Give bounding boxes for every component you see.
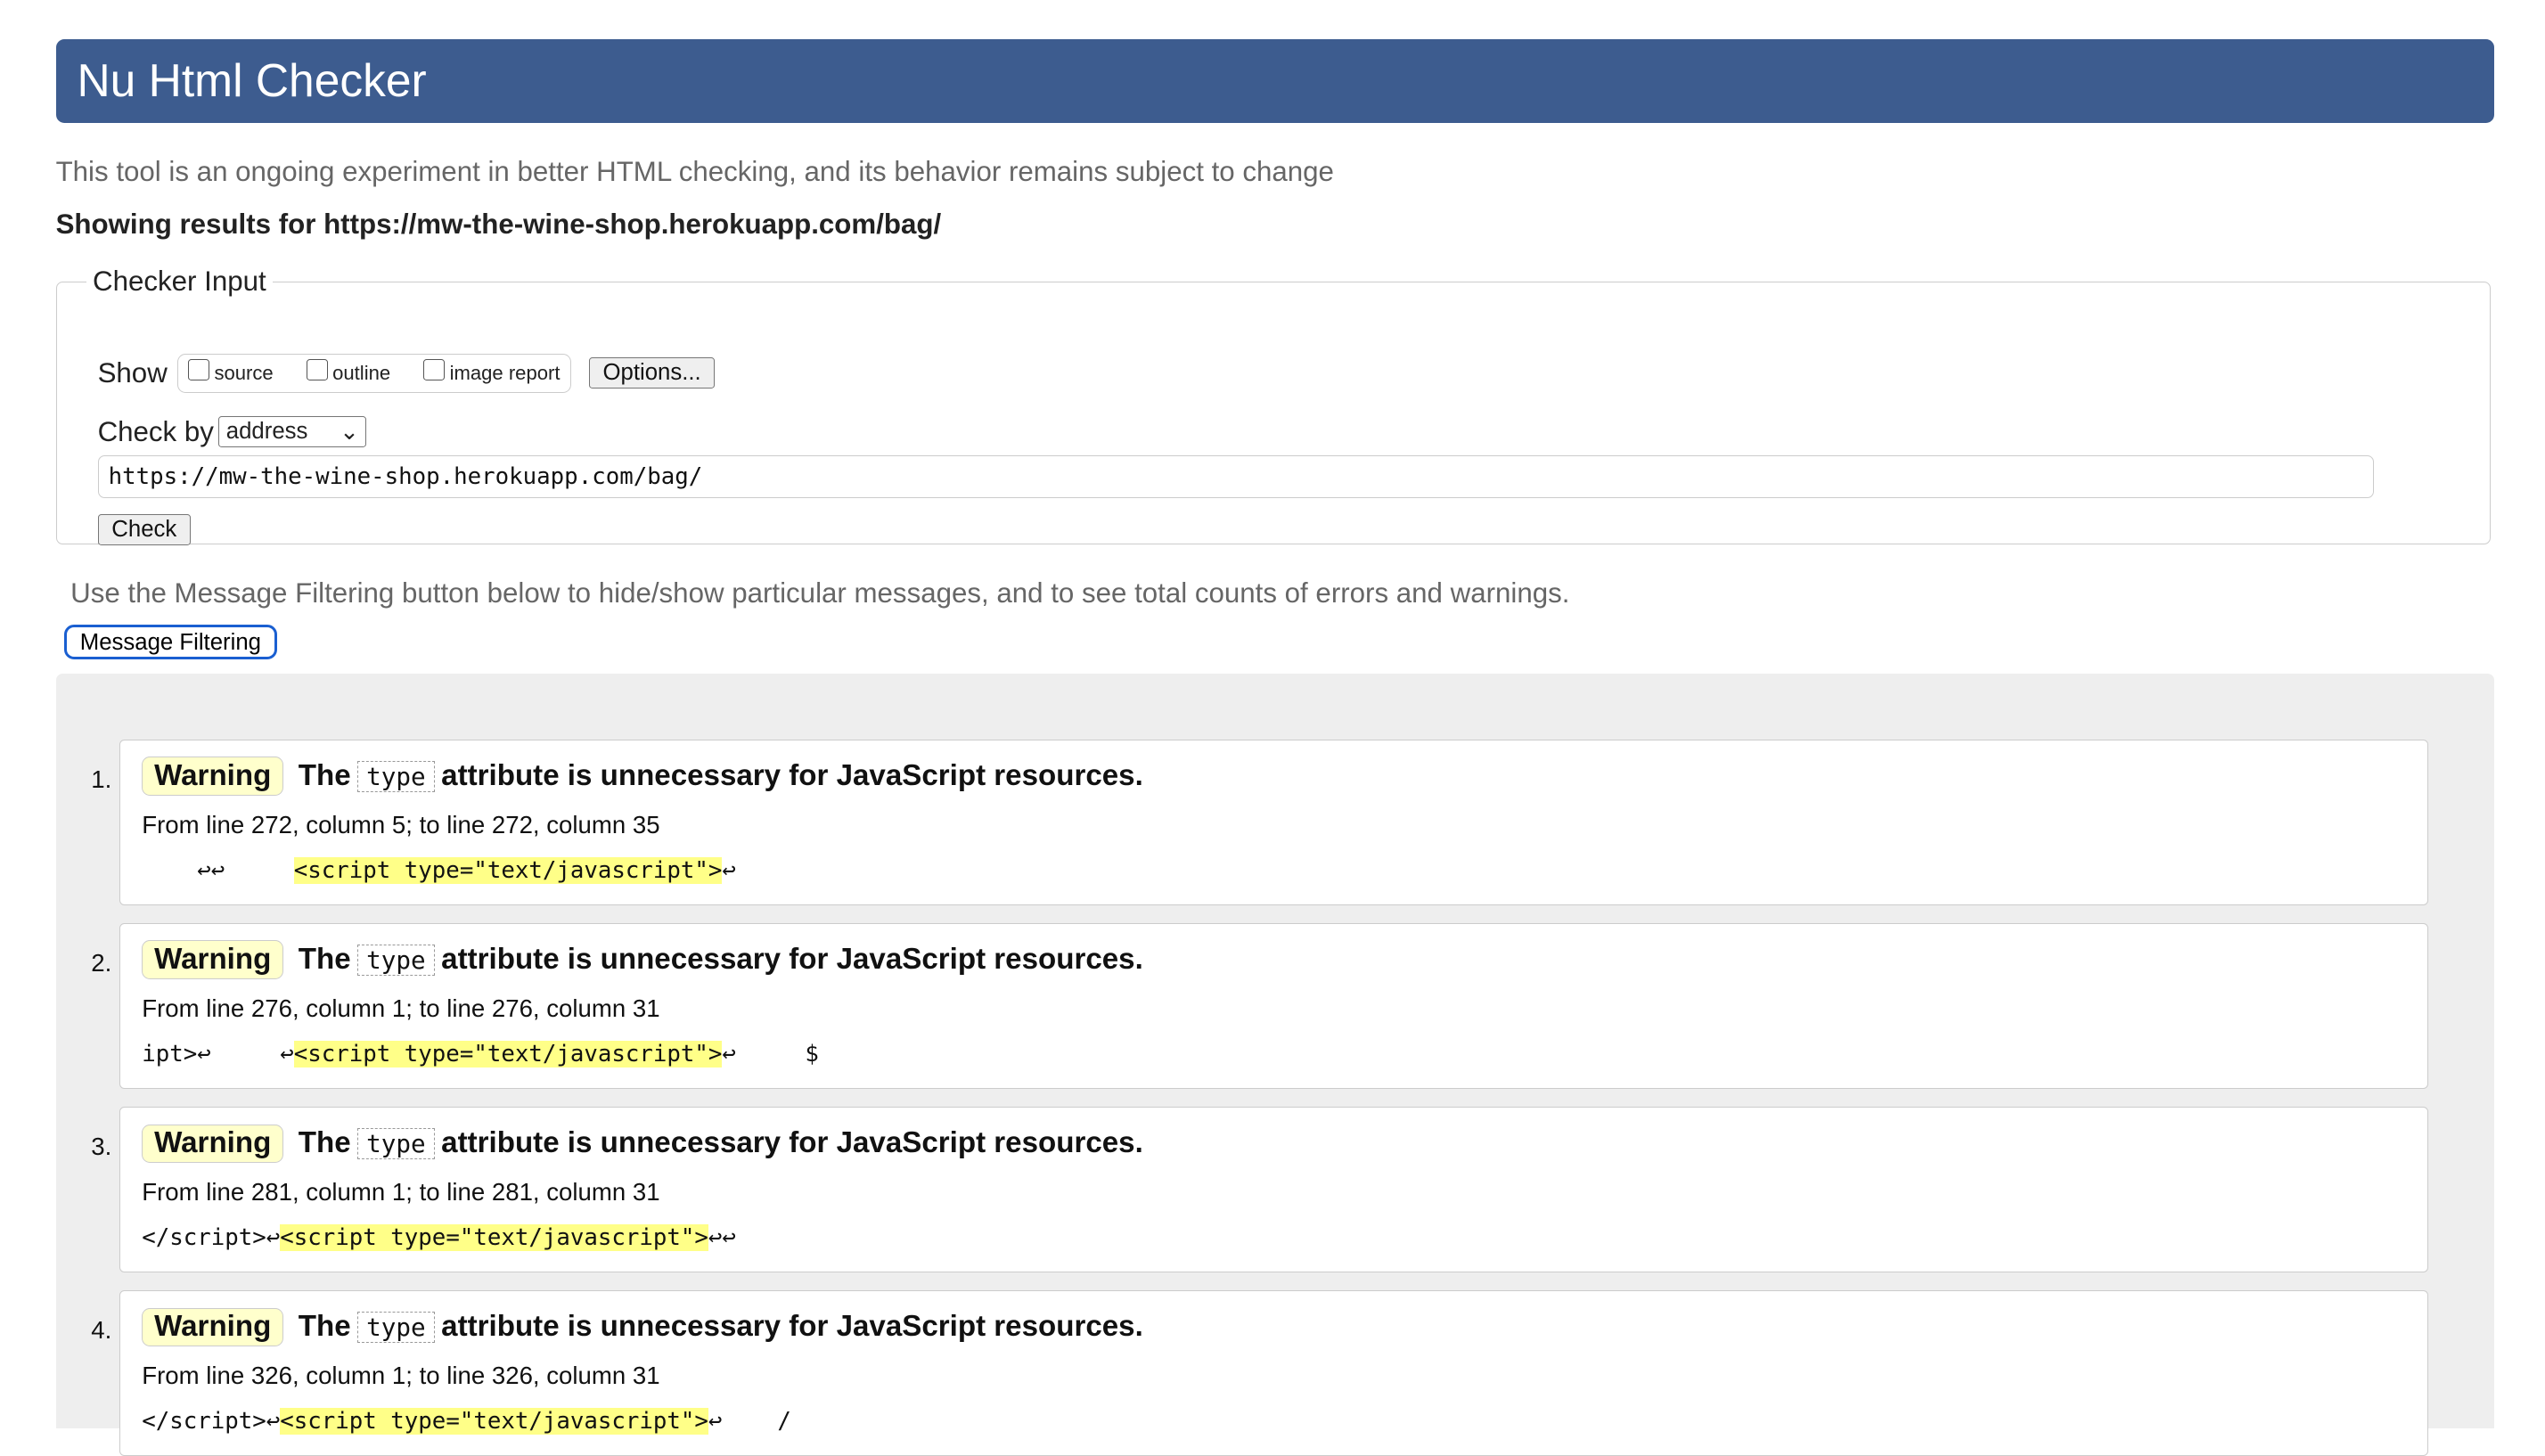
- extract-after: ↩↩: [708, 1223, 736, 1251]
- show-image-report-option[interactable]: image report: [422, 359, 561, 385]
- show-outline-option[interactable]: outline: [306, 359, 391, 385]
- check-by-select[interactable]: address ⌄: [218, 416, 367, 448]
- checker-input-fieldset: Checker Input Show source outline image …: [55, 266, 2492, 545]
- extract-highlight: <script type="text/javascript">: [280, 1407, 708, 1435]
- extract-highlight: <script type="text/javascript">: [293, 856, 723, 884]
- message-number: 3.: [91, 1132, 112, 1160]
- app-title: Nu Html Checker: [77, 54, 427, 107]
- show-row: Show source outline image report Options…: [97, 353, 716, 393]
- extract-before: ipt>↩ ↩: [142, 1040, 294, 1067]
- message-location[interactable]: From line 272, column 5; to line 272, co…: [142, 811, 659, 839]
- extract-after: ↩: [722, 856, 736, 884]
- message-text: Warning The type attribute is unnecessary f…: [142, 757, 1143, 796]
- message-filtering-button[interactable]: Message Filtering: [63, 625, 277, 659]
- message-number: 2.: [91, 948, 112, 977]
- message-text: Warning The type attribute is unnecessary f…: [142, 1307, 1143, 1347]
- warning-badge: Warning: [142, 940, 284, 980]
- message-extract: ↩↩ <script type="text/javascript">↩: [142, 856, 736, 884]
- url-input[interactable]: https://mw-the-wine-shop.herokuapp.com/b…: [97, 454, 2374, 498]
- message-item: 2. Warning The type attribute is unnecessary…: [91, 923, 2429, 1089]
- outline-checkbox[interactable]: [306, 359, 328, 381]
- message-post: attribute is unnecessary for JavaScript …: [441, 1310, 1143, 1344]
- warning-badge: Warning: [142, 1307, 284, 1347]
- check-by-label: Check by: [97, 415, 214, 447]
- message-pre: The: [298, 759, 351, 793]
- extract-highlight: <script type="text/javascript">: [280, 1223, 708, 1251]
- check-by-value: address: [225, 419, 308, 445]
- message-code: type: [356, 760, 435, 792]
- show-label: Show: [97, 356, 168, 389]
- message-number: 1.: [91, 765, 112, 793]
- extract-after: ↩ $: [722, 1040, 819, 1067]
- extract-before: </script>↩: [142, 1407, 281, 1435]
- checker-input-legend: Checker Input: [93, 266, 266, 298]
- warning-badge: Warning: [142, 1124, 284, 1164]
- show-options: source outline image report: [176, 353, 571, 393]
- message-text: Warning The type attribute is unnecessary f…: [142, 1124, 1143, 1164]
- show-source-option[interactable]: source: [187, 359, 274, 385]
- check-by-row: Check by address ⌄: [97, 415, 367, 448]
- results-list: 1. Warning The type attribute is unnecessary…: [55, 674, 2494, 1456]
- message-item: 4. Warning The type attribute is unnecessary…: [91, 1290, 2429, 1456]
- extract-after: ↩ /: [708, 1407, 791, 1435]
- message-location[interactable]: From line 276, column 1; to line 276, co…: [142, 994, 659, 1023]
- source-label: source: [214, 361, 274, 384]
- extract-highlight: <script type="text/javascript">: [293, 1040, 723, 1067]
- image-report-checkbox[interactable]: [422, 359, 446, 381]
- message-pre: The: [298, 943, 351, 977]
- message-code: type: [356, 944, 435, 976]
- check-button[interactable]: Check: [97, 514, 191, 545]
- message-number: 4.: [91, 1315, 112, 1344]
- message-pre: The: [298, 1126, 351, 1160]
- extract-before: </script>↩: [142, 1223, 281, 1251]
- message-location[interactable]: From line 281, column 1; to line 281, co…: [142, 1178, 659, 1207]
- message-post: attribute is unnecessary for JavaScript …: [441, 759, 1143, 793]
- extract-before: ↩↩: [142, 856, 294, 884]
- message-post: attribute is unnecessary for JavaScript …: [441, 943, 1143, 977]
- warning-badge: Warning: [142, 757, 284, 796]
- outline-label: outline: [332, 361, 391, 384]
- message-code: type: [356, 1127, 435, 1159]
- message-pre: The: [298, 1310, 351, 1344]
- message-item: 3. Warning The type attribute is unnecessary…: [91, 1107, 2429, 1272]
- message-item: 1. Warning The type attribute is unnecessary…: [91, 739, 2429, 905]
- message-location[interactable]: From line 326, column 1; to line 326, co…: [142, 1362, 659, 1390]
- chevron-down-icon: ⌄: [340, 419, 359, 445]
- source-checkbox[interactable]: [187, 359, 209, 381]
- app-header: Nu Html Checker: [55, 39, 2494, 123]
- message-extract: </script>↩<script type="text/javascript"…: [142, 1223, 736, 1251]
- message-text: Warning The type attribute is unnecessary f…: [142, 940, 1143, 980]
- message-post: attribute is unnecessary for JavaScript …: [441, 1126, 1143, 1160]
- message-extract: ipt>↩ ↩<script type="text/javascript">↩ …: [142, 1040, 819, 1067]
- filter-instructions: Use the Message Filtering button below t…: [70, 577, 1570, 609]
- intro-text: This tool is an ongoing experiment in be…: [55, 155, 1334, 187]
- options-button[interactable]: Options...: [588, 357, 716, 389]
- message-code: type: [356, 1311, 435, 1343]
- message-extract: </script>↩<script type="text/javascript"…: [142, 1407, 791, 1435]
- image-report-label: image report: [449, 361, 561, 384]
- showing-results-heading: Showing results for https://mw-the-wine-…: [55, 208, 942, 240]
